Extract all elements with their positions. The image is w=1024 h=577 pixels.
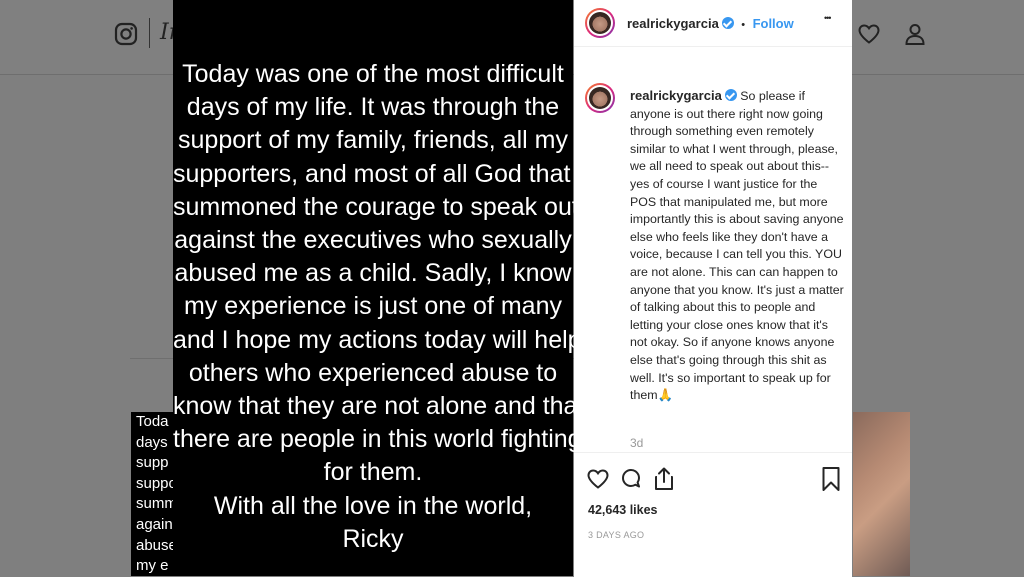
post-text-line: summoned the courage to speak out xyxy=(173,192,579,221)
logo-divider xyxy=(149,18,150,48)
likes-count[interactable]: 42,643 likes xyxy=(588,503,658,517)
background-thumbnail-photo[interactable] xyxy=(853,412,910,576)
post-date[interactable]: 3 DAYS AGO xyxy=(588,530,644,540)
header-username[interactable]: realrickygarcia xyxy=(627,16,719,31)
follow-button[interactable]: Follow xyxy=(753,16,794,31)
post-text-line: With all the love in the world, xyxy=(213,491,533,520)
caption-username[interactable]: realrickygarcia xyxy=(630,88,722,103)
post-side-panel: realrickygarcia • Follow ••• realrickyga… xyxy=(574,0,852,577)
post-text-line: support of my family, friends, all my xyxy=(178,126,568,155)
post-actions-section: 42,643 likes 3 DAYS AGO xyxy=(574,452,852,577)
profile-icon[interactable] xyxy=(903,22,927,46)
more-options-icon[interactable]: ••• xyxy=(824,13,832,23)
avatar-photo xyxy=(589,12,611,34)
post-text-line: others who experienced abuse to xyxy=(188,358,558,387)
share-icon[interactable] xyxy=(652,466,676,492)
post-text-line: supporters, and most of all God that I xyxy=(173,159,585,188)
avatar-photo xyxy=(589,87,611,109)
caption-timestamp[interactable]: 3d xyxy=(630,436,643,450)
instagram-logo-icon[interactable] xyxy=(114,22,138,46)
post-image[interactable]: Today was one of the most difficult days… xyxy=(173,0,585,576)
save-bookmark-icon[interactable] xyxy=(821,466,841,492)
like-heart-icon[interactable] xyxy=(586,467,610,491)
avatar[interactable] xyxy=(585,8,615,38)
post-text-line: for them. xyxy=(323,458,423,487)
verified-badge-icon xyxy=(721,17,734,29)
post-header: realrickygarcia • Follow ••• xyxy=(574,0,852,47)
caption-avatar[interactable] xyxy=(585,83,615,113)
comment-icon[interactable] xyxy=(619,467,643,491)
post-text-line: know that they are not alone and that xyxy=(173,392,585,421)
verified-badge-icon xyxy=(724,89,737,101)
post-image-text: Today was one of the most difficult days… xyxy=(173,58,585,556)
post-text-line: there are people in this world fighting xyxy=(173,425,582,454)
post-text-line: days of my life. It was through the xyxy=(186,93,560,122)
post-text-line: against the executives who sexually xyxy=(174,226,572,255)
post-caption: realrickygarcia So please if anyone is o… xyxy=(630,87,844,405)
post-text-line: my experience is just one of many xyxy=(184,292,562,321)
post-text-line: and I hope my actions today will help xyxy=(173,325,582,354)
header-user-row: realrickygarcia • Follow xyxy=(627,15,794,33)
post-text-line: abused me as a child. Sadly, I know xyxy=(174,259,572,288)
praying-hands-emoji: 🙏 xyxy=(657,388,673,403)
caption-text: So please if anyone is out there right n… xyxy=(630,89,844,403)
post-text-line: Ricky xyxy=(342,524,404,553)
post-text-line: Today was one of the most difficult xyxy=(182,60,564,88)
heart-icon[interactable] xyxy=(857,22,881,46)
header-separator: • xyxy=(741,19,746,31)
